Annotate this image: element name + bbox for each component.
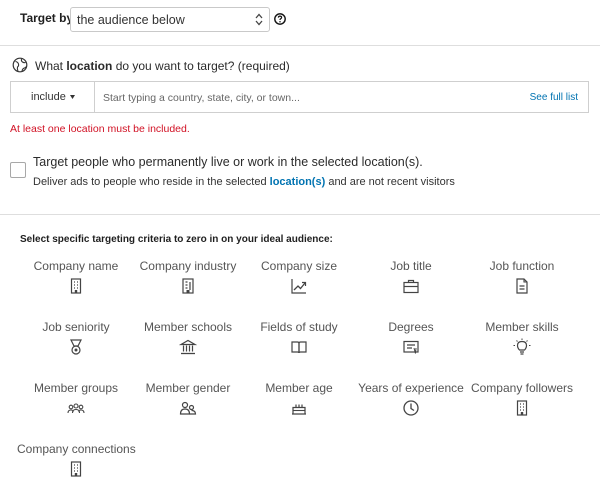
criteria-label: Member skills bbox=[485, 320, 559, 334]
criteria-label: Company size bbox=[260, 259, 338, 273]
caret-down-icon bbox=[70, 95, 75, 99]
criteria-label: Fields of study bbox=[260, 320, 338, 334]
group-icon bbox=[67, 399, 85, 417]
industry-icon bbox=[179, 277, 197, 295]
location-search-input[interactable] bbox=[103, 89, 523, 107]
permanent-location-title: Target people who permanently live or wo… bbox=[33, 155, 423, 169]
permanent-location-description: Deliver ads to people who reside in the … bbox=[33, 176, 455, 188]
people-icon bbox=[179, 399, 197, 417]
criteria-label: Years of experience bbox=[358, 381, 464, 395]
permanent-location-checkbox[interactable] bbox=[10, 162, 26, 178]
criteria-label: Company followers bbox=[470, 381, 574, 395]
criteria-label: Job title bbox=[390, 259, 432, 273]
criteria-company-followers[interactable]: Company followers bbox=[463, 380, 581, 430]
criteria-job-seniority[interactable]: Job seniority bbox=[17, 319, 135, 369]
target-by-label: Target by bbox=[20, 11, 74, 25]
criteria-member-gender[interactable]: Member gender bbox=[129, 380, 247, 430]
criteria-label: Company connections bbox=[17, 442, 136, 456]
include-dropdown[interactable]: include bbox=[11, 82, 95, 112]
divider bbox=[0, 214, 600, 215]
medal-icon bbox=[67, 338, 85, 356]
criteria-label: Company name bbox=[33, 259, 119, 273]
globe-icon bbox=[12, 57, 28, 73]
book-icon bbox=[290, 338, 308, 356]
building-icon bbox=[67, 277, 85, 295]
criteria-job-title[interactable]: Job title bbox=[352, 258, 470, 308]
include-label: include bbox=[31, 91, 66, 103]
criteria-heading: Select specific targeting criteria to ze… bbox=[20, 234, 333, 245]
location-question-text: What location do you want to target? (re… bbox=[35, 59, 290, 73]
updown-arrows-icon bbox=[255, 13, 263, 26]
criteria-degrees[interactable]: Degrees bbox=[352, 319, 470, 369]
target-by-row: Target by the audience below bbox=[0, 0, 600, 44]
criteria-company-name[interactable]: Company name bbox=[17, 258, 135, 308]
criteria-fields-of-study[interactable]: Fields of study bbox=[240, 319, 358, 369]
school-icon bbox=[179, 338, 197, 356]
criteria-label: Member groups bbox=[33, 381, 119, 395]
criteria-label: Company industry bbox=[139, 259, 237, 273]
briefcase-icon bbox=[402, 277, 420, 295]
criteria-label: Member gender bbox=[145, 381, 231, 395]
building-icon bbox=[67, 460, 85, 478]
location-keyword: location bbox=[66, 59, 113, 73]
help-icon[interactable] bbox=[274, 13, 286, 25]
location-input-box: include See full list bbox=[10, 81, 589, 113]
document-icon bbox=[513, 277, 531, 295]
target-by-select[interactable]: the audience below bbox=[70, 7, 270, 32]
criteria-label: Job function bbox=[489, 259, 555, 273]
criteria-job-function[interactable]: Job function bbox=[463, 258, 581, 308]
location-error-message: At least one location must be included. bbox=[10, 123, 190, 135]
criteria-company-size[interactable]: Company size bbox=[240, 258, 358, 308]
certificate-icon bbox=[402, 338, 420, 356]
criteria-years-of-experience[interactable]: Years of experience bbox=[352, 380, 470, 430]
criteria-member-groups[interactable]: Member groups bbox=[17, 380, 135, 430]
criteria-member-age[interactable]: Member age bbox=[240, 380, 358, 430]
criteria-label: Member age bbox=[265, 381, 333, 395]
lightbulb-icon bbox=[513, 338, 531, 356]
criteria-label: Member schools bbox=[143, 320, 233, 334]
cake-icon bbox=[290, 399, 308, 417]
locations-link[interactable]: location(s) bbox=[270, 176, 326, 188]
chart-up-icon bbox=[290, 277, 308, 295]
criteria-company-industry[interactable]: Company industry bbox=[129, 258, 247, 308]
divider bbox=[0, 45, 600, 46]
clock-icon bbox=[402, 399, 420, 417]
see-full-list-link[interactable]: See full list bbox=[530, 92, 578, 103]
criteria-label: Degrees bbox=[388, 320, 434, 334]
building-icon bbox=[513, 399, 531, 417]
criteria-company-connections[interactable]: Company connections bbox=[17, 441, 136, 481]
target-by-selected-value: the audience below bbox=[77, 13, 185, 27]
criteria-member-schools[interactable]: Member schools bbox=[129, 319, 247, 369]
criteria-member-skills[interactable]: Member skills bbox=[463, 319, 581, 369]
criteria-label: Job seniority bbox=[42, 320, 110, 334]
